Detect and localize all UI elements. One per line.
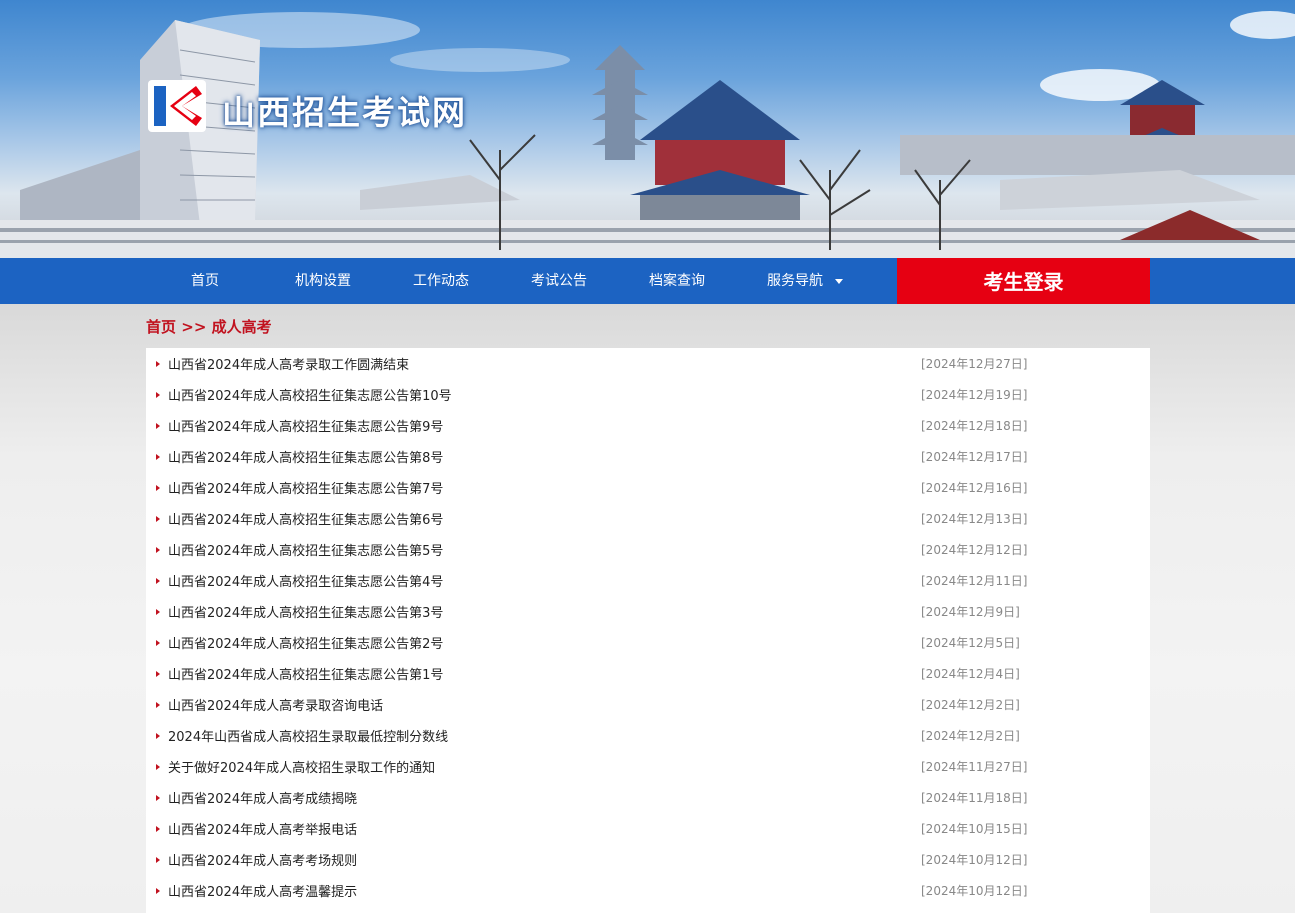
nav-item-work-news[interactable]: 工作动态 bbox=[396, 258, 486, 304]
article-title-link[interactable]: 山西省2024年成人高校招生征集志愿公告第7号 bbox=[168, 478, 443, 497]
nav-item-service-nav[interactable]: 服务导航 bbox=[750, 258, 860, 304]
nav-item-service-label: 服务导航 bbox=[767, 273, 823, 289]
list-item: 山西省2024年成人高校招生征集志愿公告第2号 [2024年12月5日] bbox=[146, 627, 1150, 658]
article-title-link[interactable]: 山西省2024年成人高考录取咨询电话 bbox=[168, 695, 383, 714]
breadcrumb-separator: >> bbox=[181, 318, 207, 336]
bullet-icon bbox=[156, 702, 160, 708]
nav-item-home[interactable]: 首页 bbox=[160, 258, 250, 304]
article-title-link[interactable]: 关于做好2024年成人高校招生录取工作的通知 bbox=[168, 757, 435, 776]
list-item: 2024年山西省成人高校招生录取最低控制分数线 [2024年12月2日] bbox=[146, 720, 1150, 751]
article-date: [2024年12月17日] bbox=[921, 450, 1028, 464]
bullet-icon bbox=[156, 392, 160, 398]
article-title-link[interactable]: 山西省2024年成人高校招生征集志愿公告第10号 bbox=[168, 385, 452, 404]
bullet-icon bbox=[156, 547, 160, 553]
list-item: 山西省2024年成人高校招生征集志愿公告第4号 [2024年12月11日] bbox=[146, 565, 1150, 596]
bullet-icon bbox=[156, 795, 160, 801]
list-item: 山西省2024年成人高考温馨提示 [2024年10月12日] bbox=[146, 875, 1150, 906]
breadcrumb-current: 成人高考 bbox=[211, 318, 272, 336]
bullet-icon bbox=[156, 578, 160, 584]
article-date: [2024年12月18日] bbox=[921, 419, 1028, 433]
article-date: [2024年12月13日] bbox=[921, 512, 1028, 526]
list-item: 山西省2024年成人高考成绩揭晓 [2024年11月18日] bbox=[146, 782, 1150, 813]
bullet-icon bbox=[156, 733, 160, 739]
bullet-icon bbox=[156, 485, 160, 491]
main-nav: 首页 机构设置 工作动态 考试公告 档案查询 服务导航 考生登录 bbox=[0, 258, 1295, 304]
article-date: [2024年12月12日] bbox=[921, 543, 1028, 557]
article-title-link[interactable]: 山西省2024年成人高校招生征集志愿公告第8号 bbox=[168, 447, 443, 466]
list-item: 山西省2024年成人高考录取咨询电话 [2024年12月2日] bbox=[146, 689, 1150, 720]
article-title-link[interactable]: 山西省2024年成人高考成绩揭晓 bbox=[168, 788, 357, 807]
article-date: [2024年12月5日] bbox=[921, 636, 1020, 650]
article-title-link[interactable]: 山西省2024年成人高校招生征集志愿公告第1号 bbox=[168, 664, 443, 683]
list-item: 关于做好2024年成人高校招生录取工作的通知 [2024年11月27日] bbox=[146, 751, 1150, 782]
article-date: [2024年12月9日] bbox=[921, 605, 1020, 619]
article-title-link[interactable]: 山西省2024年成人高考考场规则 bbox=[168, 850, 357, 869]
list-item: 山西省2024年成人高考举报电话 [2024年10月15日] bbox=[146, 813, 1150, 844]
bullet-icon bbox=[156, 764, 160, 770]
article-date: [2024年12月19日] bbox=[921, 388, 1028, 402]
nav-item-archive-query[interactable]: 档案查询 bbox=[632, 258, 722, 304]
article-title-link[interactable]: 2024年山西省成人高校招生录取最低控制分数线 bbox=[168, 726, 448, 745]
article-date: [2024年12月11日] bbox=[921, 574, 1028, 588]
logo-icon bbox=[148, 80, 206, 132]
list-item: 山西省2024年成人高校招生征集志愿公告第6号 [2024年12月13日] bbox=[146, 503, 1150, 534]
bullet-icon bbox=[156, 640, 160, 646]
article-date: [2024年11月27日] bbox=[921, 760, 1028, 774]
nav-item-exam-notices[interactable]: 考试公告 bbox=[514, 258, 604, 304]
list-item: 山西省2024年成人高考录取工作圆满结束 [2024年12月27日] bbox=[146, 348, 1150, 379]
list-item: 山西省2024年成人高校招生征集志愿公告第8号 [2024年12月17日] bbox=[146, 441, 1150, 472]
article-date: [2024年10月12日] bbox=[921, 853, 1028, 867]
site-title: 山西招生考试网 bbox=[222, 93, 467, 132]
bullet-icon bbox=[156, 826, 160, 832]
list-item: 山西省2024年成人高校招生征集志愿公告第5号 [2024年12月12日] bbox=[146, 534, 1150, 565]
bullet-icon bbox=[156, 361, 160, 367]
breadcrumb-home-link[interactable]: 首页 bbox=[146, 318, 176, 336]
list-item: 山西省2024年成人高校招生征集志愿公告第10号 [2024年12月19日] bbox=[146, 379, 1150, 410]
article-title-link[interactable]: 山西省2024年成人高校招生征集志愿公告第5号 bbox=[168, 540, 443, 559]
bullet-icon bbox=[156, 516, 160, 522]
list-item: 山西省2024年成人高校招生征集志愿公告第7号 [2024年12月16日] bbox=[146, 472, 1150, 503]
article-date: [2024年12月16日] bbox=[921, 481, 1028, 495]
article-title-link[interactable]: 山西省2024年成人高校招生征集志愿公告第3号 bbox=[168, 602, 443, 621]
article-date: [2024年12月2日] bbox=[921, 729, 1020, 743]
article-title-link[interactable]: 山西省2024年成人高考录取工作圆满结束 bbox=[168, 354, 409, 373]
bullet-icon bbox=[156, 857, 160, 863]
article-list: 山西省2024年成人高考录取工作圆满结束 [2024年12月27日] 山西省20… bbox=[146, 348, 1150, 913]
article-title-link[interactable]: 山西省2024年成人高校招生征集志愿公告第9号 bbox=[168, 416, 443, 435]
bullet-icon bbox=[156, 609, 160, 615]
bullet-icon bbox=[156, 888, 160, 894]
article-title-link[interactable]: 山西省2024年成人高考举报电话 bbox=[168, 819, 357, 838]
bullet-icon bbox=[156, 423, 160, 429]
article-date: [2024年12月27日] bbox=[921, 357, 1028, 371]
breadcrumb: 首页 >> 成人高考 bbox=[146, 316, 272, 337]
article-date: [2024年10月12日] bbox=[921, 884, 1028, 898]
nav-item-organization[interactable]: 机构设置 bbox=[278, 258, 368, 304]
student-login-button[interactable]: 考生登录 bbox=[897, 258, 1150, 304]
chevron-down-icon bbox=[835, 278, 843, 284]
list-item: 山西省2024年成人高校招生征集志愿公告第1号 [2024年12月4日] bbox=[146, 658, 1150, 689]
article-date: [2024年12月2日] bbox=[921, 698, 1020, 712]
article-date: [2024年11月18日] bbox=[921, 791, 1028, 805]
article-title-link[interactable]: 山西省2024年成人高校招生征集志愿公告第6号 bbox=[168, 509, 443, 528]
article-title-link[interactable]: 山西省2024年成人高校招生征集志愿公告第2号 bbox=[168, 633, 443, 652]
list-item: 山西省2024年成人高考考场规则 [2024年10月12日] bbox=[146, 844, 1150, 875]
list-item: 山西省2024年成人高校招生征集志愿公告第3号 [2024年12月9日] bbox=[146, 596, 1150, 627]
article-date: [2024年12月4日] bbox=[921, 667, 1020, 681]
article-title-link[interactable]: 山西省2024年成人高校招生征集志愿公告第4号 bbox=[168, 571, 443, 590]
article-date: [2024年10月15日] bbox=[921, 822, 1028, 836]
bullet-icon bbox=[156, 671, 160, 677]
article-title-link[interactable]: 山西省2024年成人高考温馨提示 bbox=[168, 881, 357, 900]
header-banner: 山西招生考试网 bbox=[0, 0, 1295, 258]
bullet-icon bbox=[156, 454, 160, 460]
list-item: 山西省2024年成人高校招生征集志愿公告第9号 [2024年12月18日] bbox=[146, 410, 1150, 441]
